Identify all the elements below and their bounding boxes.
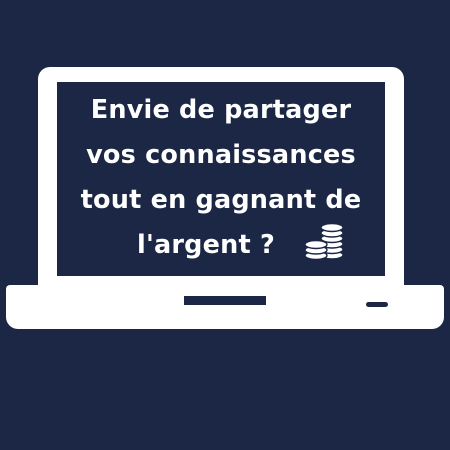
laptop-opening-notch xyxy=(184,296,266,305)
headline-line-2: vos connaissances xyxy=(86,140,356,170)
headline-line-3: tout en gagnant de xyxy=(80,185,362,215)
coin-stack-icon xyxy=(304,222,344,261)
laptop-base xyxy=(6,285,444,329)
headline-line-1: Envie de partager xyxy=(90,95,352,125)
power-indicator xyxy=(366,302,388,307)
